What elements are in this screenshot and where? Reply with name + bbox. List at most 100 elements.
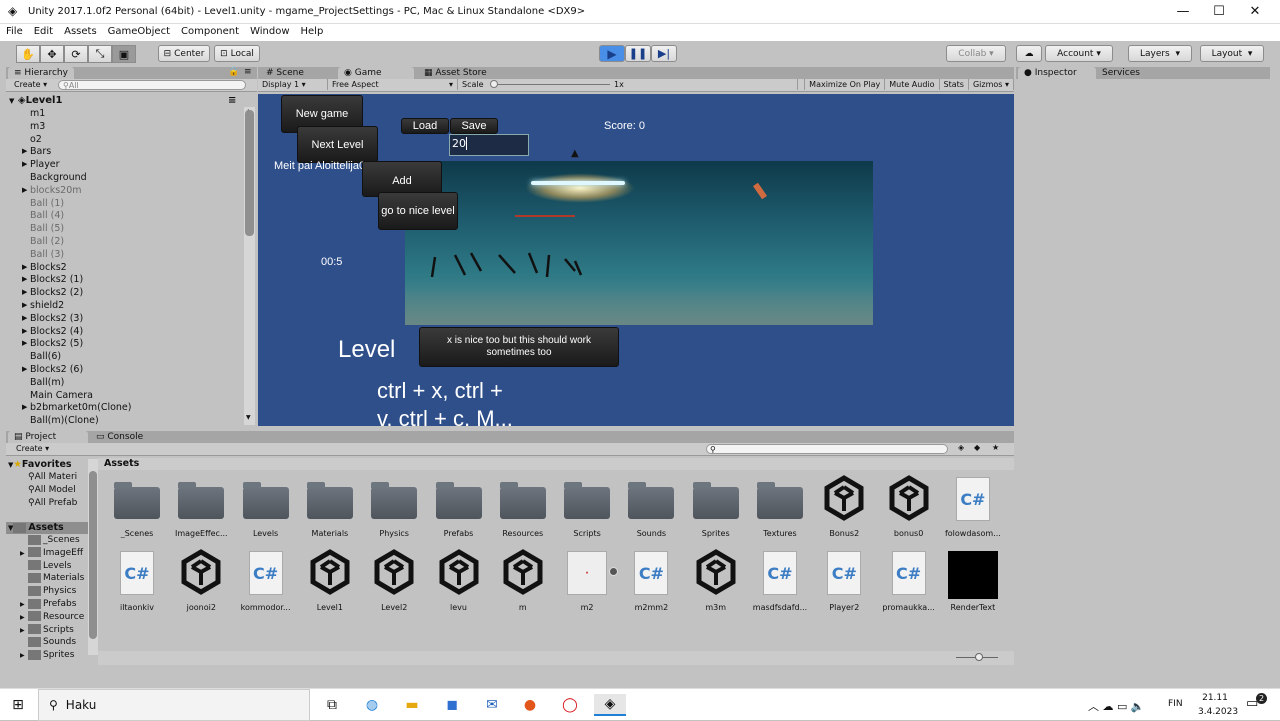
store-icon[interactable]: ◼ (440, 694, 464, 716)
hierarchy-item[interactable]: m1 (6, 107, 246, 120)
pivot-center-button[interactable]: ⊟ Center (158, 45, 210, 62)
asset-item[interactable]: m3m (685, 549, 747, 619)
expand-arrow-icon[interactable]: ▶ (22, 299, 27, 312)
expand-arrow-icon[interactable]: ▶ (20, 649, 28, 662)
hierarchy-item[interactable]: ▶ Blocks2 (2) (6, 286, 246, 299)
maximize-on-play-toggle[interactable]: Maximize On Play (804, 79, 886, 90)
asset-item[interactable]: • m2 (556, 549, 619, 619)
expand-arrow-icon[interactable]: ▶ (22, 401, 27, 414)
asset-item[interactable]: Level1 (299, 549, 361, 619)
edge-icon[interactable]: ◍ (360, 694, 384, 716)
asset-item[interactable]: Textures (749, 475, 811, 545)
menu-window[interactable]: Window (244, 24, 294, 37)
favorite-item[interactable]: ⚲All Prefab (28, 497, 115, 510)
account-dropdown[interactable]: Account ▾ (1045, 45, 1113, 62)
asset-item[interactable]: _Scenes (106, 475, 168, 545)
assets-breadcrumb[interactable]: Assets (98, 458, 1014, 470)
asset-item[interactable]: RenderText (942, 549, 1004, 619)
asset-item[interactable]: Sprites (685, 475, 747, 545)
hierarchy-search-input[interactable]: ⚲All (58, 80, 246, 90)
hierarchy-item[interactable]: m3 (6, 120, 246, 133)
tab-console[interactable]: ▭ Console (90, 431, 149, 443)
asset-item[interactable]: Materials (299, 475, 361, 545)
expand-arrow-icon[interactable]: ▶ (20, 624, 28, 637)
scene-menu-icon[interactable]: ≡ (228, 94, 236, 107)
play-button[interactable]: ▶ (599, 45, 625, 62)
asset-item[interactable]: C# Player2 (813, 549, 875, 619)
menu-help[interactable]: Help (295, 24, 329, 37)
tree-scrollbar-thumb[interactable] (89, 471, 97, 639)
scroll-down-icon[interactable]: ▼ (246, 414, 251, 421)
hierarchy-item[interactable]: o2 (6, 133, 246, 146)
hierarchy-item[interactable]: ▶ Blocks2 (4) (6, 325, 246, 338)
asset-item[interactable]: Prefabs (428, 475, 490, 545)
mute-audio-toggle[interactable]: Mute Audio (885, 79, 940, 90)
lock-icon[interactable]: 🔒 (228, 67, 239, 77)
hierarchy-item[interactable]: Ball(6) (6, 350, 246, 363)
load-button[interactable]: Load (401, 118, 449, 134)
tree-scrollbar[interactable] (88, 459, 98, 655)
asset-item[interactable]: C# kommodor... (235, 549, 297, 619)
tab-services[interactable]: Services (1096, 67, 1146, 79)
hierarchy-item[interactable]: Main Camera (6, 389, 246, 402)
project-create-dropdown[interactable]: Create ▾ (16, 444, 49, 453)
expand-arrow-icon[interactable]: ▶ (22, 273, 27, 286)
clock[interactable]: 21.11 3.4.2023 (1198, 691, 1238, 719)
hierarchy-item[interactable]: ▶ blocks20m (6, 184, 246, 197)
panel-menu-icon[interactable]: ≡ (244, 67, 252, 77)
expand-arrow-icon[interactable]: ▶ (22, 261, 27, 274)
close-button[interactable]: ✕ (1237, 0, 1273, 24)
hierarchy-item[interactable]: ▶ Blocks2 (6, 261, 246, 274)
asset-item[interactable]: C# iltaonkiv (106, 549, 168, 619)
menu-assets[interactable]: Assets (58, 24, 102, 37)
icon-size-slider[interactable] (975, 653, 983, 661)
hierarchy-item[interactable]: ▶ Blocks2 (1) (6, 273, 246, 286)
asset-item[interactable]: Physics (363, 475, 425, 545)
tree-folder[interactable]: Materials (20, 572, 94, 585)
file-explorer-icon[interactable]: ▬ (400, 694, 424, 716)
rect-tool-icon[interactable]: ▣ (112, 45, 136, 63)
cloud-icon[interactable]: ☁ (1016, 45, 1042, 62)
menu-component[interactable]: Component (175, 24, 244, 37)
tree-folder[interactable]: ▶ Resource (20, 611, 94, 624)
tab-hierarchy[interactable]: ≡ Hierarchy (8, 67, 74, 79)
asset-item[interactable]: Sounds (620, 475, 682, 545)
hierarchy-create-dropdown[interactable]: Create ▾ (14, 80, 47, 89)
collab-dropdown[interactable]: Collab ▾ (946, 45, 1006, 62)
expand-arrow-icon[interactable]: ▶ (22, 337, 27, 350)
unity-taskbar-icon[interactable]: ◈ (594, 694, 626, 716)
scene-root[interactable]: ▼ ◈Level1 ≡ (6, 94, 244, 107)
mail-icon[interactable]: ✉ (480, 694, 504, 716)
taskbar-search-box[interactable]: ⚲ Haku (38, 689, 310, 721)
step-button[interactable]: ▶| (651, 45, 677, 62)
expand-arrow-icon[interactable]: ▶ (20, 611, 28, 624)
hand-tool-icon[interactable]: ✋ (16, 45, 40, 63)
display-dropdown[interactable]: Display 1 ▾ (258, 79, 328, 90)
expand-sprite-icon[interactable] (609, 567, 619, 576)
save-button[interactable]: Save (450, 118, 498, 134)
language-indicator[interactable]: FIN (1168, 699, 1183, 709)
tab-scene[interactable]: # Scene (260, 67, 310, 79)
asset-item[interactable]: C# promaukka... (878, 549, 940, 619)
layers-dropdown[interactable]: Layers ▾ (1128, 45, 1192, 62)
next-level-button[interactable]: Next Level (297, 126, 378, 163)
asset-item[interactable]: C# m2mm2 (620, 549, 682, 619)
asset-item[interactable]: Levels (235, 475, 297, 545)
game-viewport[interactable]: ▲ New game Next Level Load Save Score: 0… (258, 94, 1014, 426)
rotate-tool-icon[interactable]: ⟳ (64, 45, 88, 63)
asset-item[interactable]: C# folowdasom... (942, 475, 1004, 545)
tree-folder[interactable]: Physics (20, 585, 94, 598)
scale-slider[interactable]: Scale 1x (458, 79, 798, 90)
assets-root[interactable]: ▼ Assets (6, 522, 94, 534)
expand-arrow-icon[interactable]: ▶ (20, 547, 28, 560)
project-search-input[interactable]: ⚲ (706, 444, 948, 454)
hierarchy-scrollbar[interactable]: ▲ ▼ (244, 107, 255, 425)
layout-dropdown[interactable]: Layout ▾ (1200, 45, 1264, 62)
favorite-item[interactable]: ⚲All Model (28, 484, 115, 497)
filter-label-icon[interactable]: ◆ (974, 443, 980, 452)
hierarchy-item[interactable]: ▶ Bars (6, 145, 246, 158)
maximize-button[interactable]: ☐ (1201, 0, 1237, 24)
filter-type-icon[interactable]: ◈ (958, 443, 964, 452)
menu-gameobject[interactable]: GameObject (102, 24, 175, 37)
firefox-icon[interactable]: ● (518, 694, 542, 716)
